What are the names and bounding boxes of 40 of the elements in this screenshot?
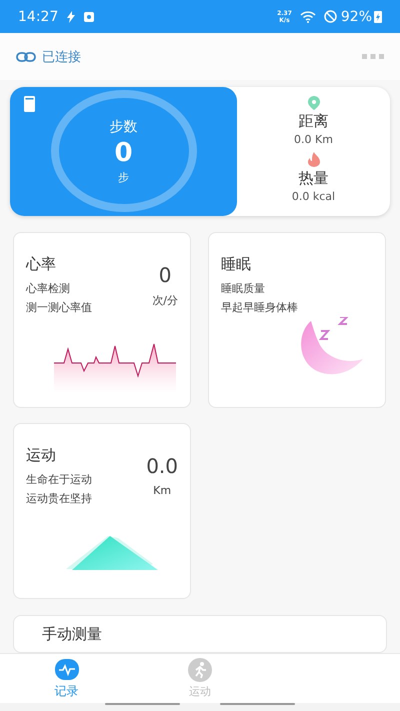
feature-card[interactable]: 运动 生命在于运动 运动贵在坚持 0.0 Km [13, 422, 191, 599]
battery-charging-icon [374, 10, 382, 22]
stat-value: 0.0 Km [294, 132, 333, 146]
card-subtitle: 运动贵在坚持 [26, 490, 92, 506]
stat-label: 热量 [298, 168, 328, 188]
steps-value: 0 [114, 138, 133, 168]
do-not-disturb-icon [324, 10, 337, 23]
card-unit: Km [153, 484, 172, 497]
feature-card[interactable]: 睡眠 睡眠质量 早起早睡身体棒 [208, 232, 386, 408]
card-title: 心率 [26, 254, 57, 274]
feature-card[interactable]: 手动测量 [13, 614, 387, 653]
card-subtitle: 睡眠质量 [221, 280, 266, 296]
card-value: 0 [158, 262, 172, 287]
watch-icon [24, 96, 35, 112]
stat-label: 距离 [298, 112, 328, 131]
link-icon [16, 52, 36, 62]
notification-icon [84, 12, 94, 22]
card-subtitle: 生命在于运动 [26, 472, 92, 487]
card-subtitle: 早起早睡身体棒 [221, 300, 298, 315]
heartbeat-icon[interactable] [54, 657, 80, 681]
feature-card[interactable]: 心率 心率检测 测一测心率值 0 次/分 [13, 232, 191, 408]
card-unit: 次/分 [152, 292, 178, 308]
card-title: 手动测量 [42, 624, 102, 643]
clock: 14:27 [18, 8, 58, 24]
battery-percent: 92% [340, 8, 372, 24]
card-subtitle: 测一测心率值 [26, 300, 92, 315]
card-title: 睡眠 [221, 254, 252, 274]
runner-icon[interactable] [188, 658, 212, 682]
lightning-icon [66, 10, 76, 22]
steps-title: 步数 [110, 118, 138, 136]
card-value: 0.0 [146, 454, 178, 478]
location-pin-icon [308, 96, 320, 110]
steps-unit: 步 [118, 170, 129, 185]
wifi-icon [300, 10, 316, 22]
card-subtitle: 心率检测 [26, 280, 71, 296]
stat-value: 0.0 kcal [292, 190, 336, 203]
more-icon[interactable] [362, 54, 384, 59]
card-title: 运动 [26, 446, 57, 465]
connection-status: 已连接 [42, 48, 81, 66]
flame-icon [306, 152, 320, 167]
